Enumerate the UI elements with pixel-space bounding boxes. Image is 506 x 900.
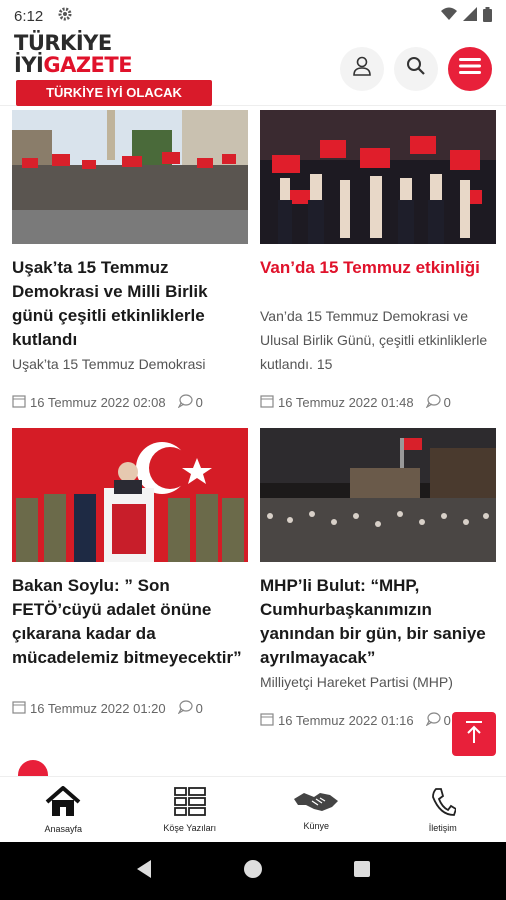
home-circle-icon[interactable] [243,859,263,884]
news-grid: Uşak’ta 15 Temmuz Demokrasi ve Milli Bir… [12,110,496,746]
back-icon[interactable] [135,859,153,884]
nav-columns[interactable]: Köşe Yazıları [127,777,254,842]
news-image[interactable] [12,110,248,244]
signal-icon [463,7,477,25]
arrow-up-icon [464,720,484,749]
next-item-peek [18,760,48,776]
status-bar: 6:12 [0,0,506,32]
nav-columns-label: Köşe Yazıları [163,822,217,833]
news-title[interactable]: Uşak’ta 15 Temmuz Demokrasi ve Milli Bir… [12,256,248,352]
comment-icon [425,712,441,729]
news-title[interactable]: Bakan Soylu: ” Son FETÖ’cüyü adalet önün… [12,574,248,670]
nav-contact-label: İletişim [428,822,457,833]
news-meta: 16 Temmuz 2022 01:48 0 [260,394,496,411]
news-card[interactable]: Uşak’ta 15 Temmuz Demokrasi ve Milli Bir… [12,110,248,428]
news-date: 16 Temmuz 2022 02:08 [30,395,166,410]
news-title[interactable]: MHP’li Bulut: “MHP, Cumhurbaşkanımızın y… [260,574,496,670]
calendar-icon [260,394,274,411]
status-time: 6:12 [14,7,44,25]
news-date: 16 Temmuz 2022 01:48 [278,395,414,410]
comment-count: 0 [195,395,203,410]
comment-count: 0 [195,701,203,716]
phone-icon [430,787,457,819]
battery-icon [483,6,492,26]
nav-home-label: Anasayfa [44,823,83,834]
scroll-to-top-button[interactable] [452,712,496,756]
logo-accent: GAZETE [43,52,133,77]
bottom-navigation: Anasayfa Köşe Yazıları Künye İletişim [0,776,506,842]
comment-icon [425,394,441,411]
comment-icon [177,700,193,717]
news-image[interactable] [260,110,496,244]
news-date: 16 Temmuz 2022 01:20 [30,701,166,716]
recents-icon[interactable] [353,860,371,883]
hamburger-icon [459,57,481,80]
news-title[interactable]: Van’da 15 Temmuz etkinliği [260,256,496,304]
nav-imprint[interactable]: Künye [253,777,380,842]
wifi-icon [441,7,457,25]
calendar-icon [260,712,274,729]
logo-tagline: TÜRKİYE İYİ OLACAK [16,79,212,106]
news-image[interactable] [260,428,496,562]
comment-count: 0 [443,713,451,728]
nav-home[interactable]: Anasayfa [0,777,127,842]
news-summary: Uşak’ta 15 Temmuz Demokrasi [12,356,206,372]
app-header: TÜRKİYE İYİGAZETE TÜRKİYE İYİ OLACAK [0,32,506,106]
news-summary: Milliyetçi Hareket Partisi (MHP) [260,674,453,690]
news-card[interactable]: MHP’li Bulut: “MHP, Cumhurbaşkanımızın y… [260,428,496,746]
calendar-icon [12,700,26,717]
menu-button[interactable] [448,46,492,91]
news-image[interactable] [12,428,248,562]
news-meta: 16 Temmuz 2022 01:20 0 [12,700,248,717]
news-summary: Van’da 15 Temmuz Demokrasi ve Ulusal Bir… [260,308,488,372]
settings-icon [57,6,73,26]
search-icon [406,56,426,81]
comment-count: 0 [443,395,451,410]
profile-button[interactable] [340,46,384,91]
logo[interactable]: TÜRKİYE İYİGAZETE TÜRKİYE İYİ OLACAK [14,32,214,106]
system-navigation-bar [0,842,506,900]
news-meta: 16 Temmuz 2022 02:08 0 [12,394,248,411]
grid-list-icon [173,786,206,819]
news-card[interactable]: Van’da 15 Temmuz etkinliği Van’da 15 Tem… [260,110,496,428]
handshake-icon [292,789,340,817]
news-card[interactable]: Bakan Soylu: ” Son FETÖ’cüyü adalet önün… [12,428,248,746]
user-icon [351,55,373,82]
news-date: 16 Temmuz 2022 01:16 [278,713,414,728]
calendar-icon [12,394,26,411]
comment-icon [177,394,193,411]
search-button[interactable] [394,46,438,91]
home-icon [45,785,81,820]
nav-imprint-label: Künye [303,820,330,831]
nav-contact[interactable]: İletişim [380,777,506,842]
